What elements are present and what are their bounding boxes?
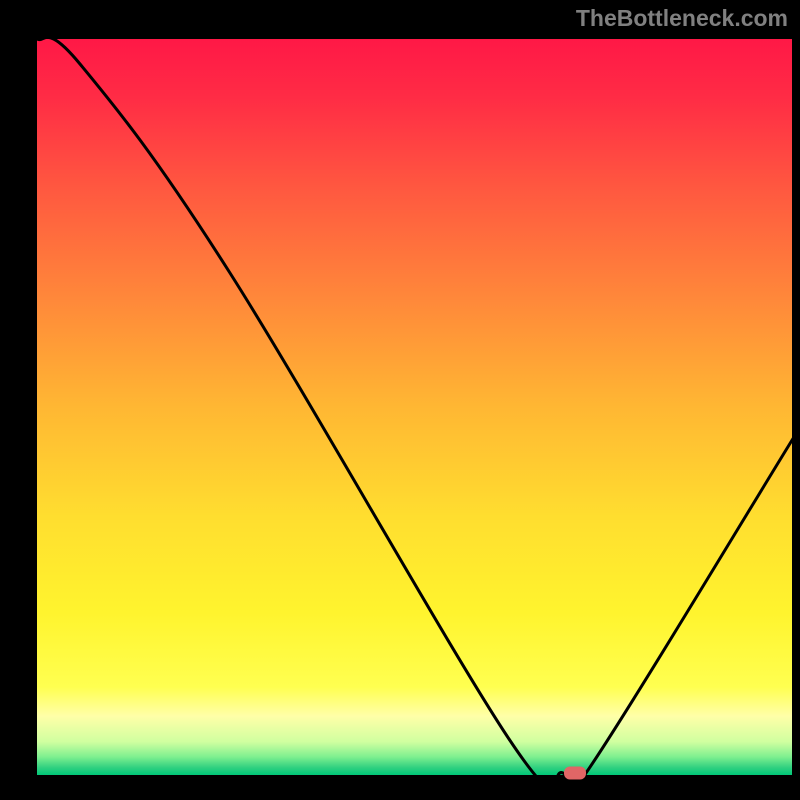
chart-container: TheBottleneck.com <box>0 0 800 800</box>
bottleneck-chart <box>0 0 800 800</box>
optimal-marker <box>564 767 586 780</box>
watermark-label: TheBottleneck.com <box>576 5 788 32</box>
chart-plot-area <box>37 39 792 775</box>
